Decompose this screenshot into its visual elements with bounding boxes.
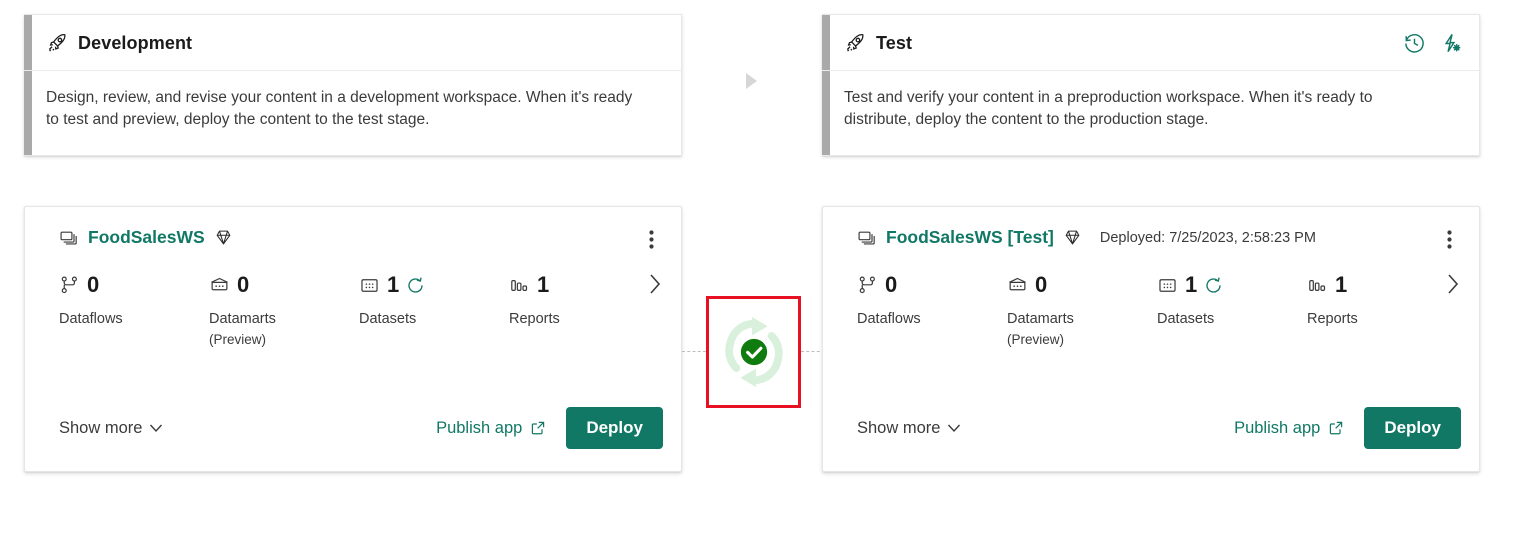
- workspace-item-label: Reports: [1307, 311, 1358, 327]
- refresh-icon[interactable]: [1204, 276, 1223, 295]
- chevron-down-icon: [149, 423, 163, 433]
- dataflows-icon: [857, 275, 878, 296]
- stage-header-test: Test: [822, 15, 1479, 71]
- show-more-label: Show more: [59, 418, 143, 437]
- datamarts-icon: [1007, 275, 1028, 296]
- stage-title-development: Development: [78, 32, 193, 53]
- pipeline-connector-left: [682, 351, 706, 352]
- publish-app-label: Publish app: [1234, 418, 1321, 437]
- workspace-item-sublabel: (Preview): [1007, 332, 1065, 348]
- workspace-item-sublabel: (Preview): [209, 332, 267, 348]
- deployment-pipeline-view: Development Design, review, and revise y…: [0, 0, 1520, 539]
- datasets-icon: [1157, 275, 1178, 296]
- workspace-item-label: Datamarts: [209, 311, 276, 327]
- premium-diamond-icon: [1063, 228, 1082, 247]
- workspace-item-count: 1: [1185, 272, 1198, 297]
- refresh-icon[interactable]: [406, 276, 425, 295]
- deployment-rules-icon[interactable]: [1440, 32, 1463, 55]
- workspace-item-label: Dataflows: [59, 311, 123, 327]
- external-link-icon: [530, 420, 546, 436]
- workspace-item-count: 1: [1335, 272, 1348, 297]
- datasets-icon: [359, 275, 380, 296]
- rocket-icon: [46, 32, 68, 54]
- dataflows-icon: [59, 275, 80, 296]
- external-link-icon: [1328, 420, 1344, 436]
- stage-title-test: Test: [876, 32, 913, 53]
- deploy-button[interactable]: Deploy: [1364, 407, 1461, 449]
- stage-card-development: Development Design, review, and revise y…: [24, 14, 682, 156]
- stages-in-sync-icon[interactable]: [715, 313, 793, 391]
- workspace-item-dataflows[interactable]: 0 Dataflows: [59, 270, 209, 330]
- workspace-card-test: FoodSalesWS [Test] Deployed: 7/25/2023, …: [822, 206, 1480, 472]
- workspace-item-datasets[interactable]: 1 Datasets: [359, 270, 509, 330]
- workspace-item-count: 1: [387, 272, 400, 297]
- workspace-card-development: FoodSalesWS 0 Dataflows 0 Datamarts (Pre…: [24, 206, 682, 472]
- stages-compare-highlight: [706, 296, 801, 408]
- workspace-item-reports[interactable]: 1 Reports: [509, 270, 659, 330]
- reports-icon: [509, 275, 530, 296]
- workspace-header-test: FoodSalesWS [Test] Deployed: 7/25/2023, …: [823, 207, 1479, 249]
- workspace-name-link[interactable]: FoodSalesWS [Test]: [886, 227, 1054, 248]
- workspace-header-development: FoodSalesWS: [25, 207, 681, 249]
- workspace-item-count: 0: [87, 272, 100, 297]
- workspace-item-datamarts[interactable]: 0 Datamarts (Preview): [1007, 270, 1157, 350]
- workspace-footer-development: Show more Publish app Deploy: [25, 407, 681, 471]
- workspace-icon: [857, 228, 877, 248]
- show-more-toggle[interactable]: Show more: [59, 419, 163, 438]
- stage-description-development: Design, review, and revise your content …: [46, 89, 633, 129]
- stage-header-development: Development: [24, 15, 681, 71]
- workspace-item-label: Datasets: [359, 311, 417, 327]
- workspace-item-label: Datamarts: [1007, 311, 1074, 327]
- workspace-footer-test: Show more Publish app Deploy: [823, 407, 1479, 471]
- workspace-icon: [59, 228, 79, 248]
- stage-description-test: Test and verify your content in a prepro…: [844, 89, 1373, 129]
- stage-header-actions-test: [1403, 32, 1463, 55]
- workspace-item-summary-development: 0 Dataflows 0 Datamarts (Preview) 1 Data…: [25, 248, 681, 407]
- workspace-item-datasets[interactable]: 1 Datasets: [1157, 270, 1307, 330]
- workspace-footer-actions: Publish app Deploy: [436, 407, 663, 449]
- workspace-item-datamarts[interactable]: 0 Datamarts (Preview): [209, 270, 359, 350]
- workspace-item-reports[interactable]: 1 Reports: [1307, 270, 1457, 330]
- workspace-item-label: Datasets: [1157, 311, 1215, 327]
- workspace-item-count: 0: [237, 272, 250, 297]
- workspace-item-count: 0: [1035, 272, 1048, 297]
- chevron-down-icon: [947, 423, 961, 433]
- stage-flow-arrow-icon: [746, 73, 757, 89]
- workspace-item-dataflows[interactable]: 0 Dataflows: [857, 270, 1007, 330]
- show-more-label: Show more: [857, 418, 941, 437]
- publish-app-label: Publish app: [436, 418, 523, 437]
- premium-diamond-icon: [214, 228, 233, 247]
- workspace-name-link[interactable]: FoodSalesWS: [88, 227, 205, 248]
- workspace-expand-chevron-icon[interactable]: [1446, 272, 1461, 296]
- workspace-item-count: 0: [885, 272, 898, 297]
- publish-app-link[interactable]: Publish app: [1234, 419, 1344, 438]
- workspace-item-summary-test: 0 Dataflows 0 Datamarts (Preview) 1 Data…: [823, 248, 1479, 407]
- publish-app-link[interactable]: Publish app: [436, 419, 546, 438]
- workspace-footer-actions: Publish app Deploy: [1234, 407, 1461, 449]
- datamarts-icon: [209, 275, 230, 296]
- deployment-history-icon[interactable]: [1403, 32, 1426, 55]
- deploy-button[interactable]: Deploy: [566, 407, 663, 449]
- stage-card-test: Test Test and verify your content in a p…: [822, 14, 1480, 156]
- reports-icon: [1307, 275, 1328, 296]
- workspace-item-label: Dataflows: [857, 311, 921, 327]
- workspace-expand-chevron-icon[interactable]: [648, 272, 663, 296]
- workspace-item-label: Reports: [509, 311, 560, 327]
- rocket-icon: [844, 32, 866, 54]
- show-more-toggle[interactable]: Show more: [857, 419, 961, 438]
- workspace-item-count: 1: [537, 272, 550, 297]
- workspace-deployed-timestamp: Deployed: 7/25/2023, 2:58:23 PM: [1099, 229, 1316, 246]
